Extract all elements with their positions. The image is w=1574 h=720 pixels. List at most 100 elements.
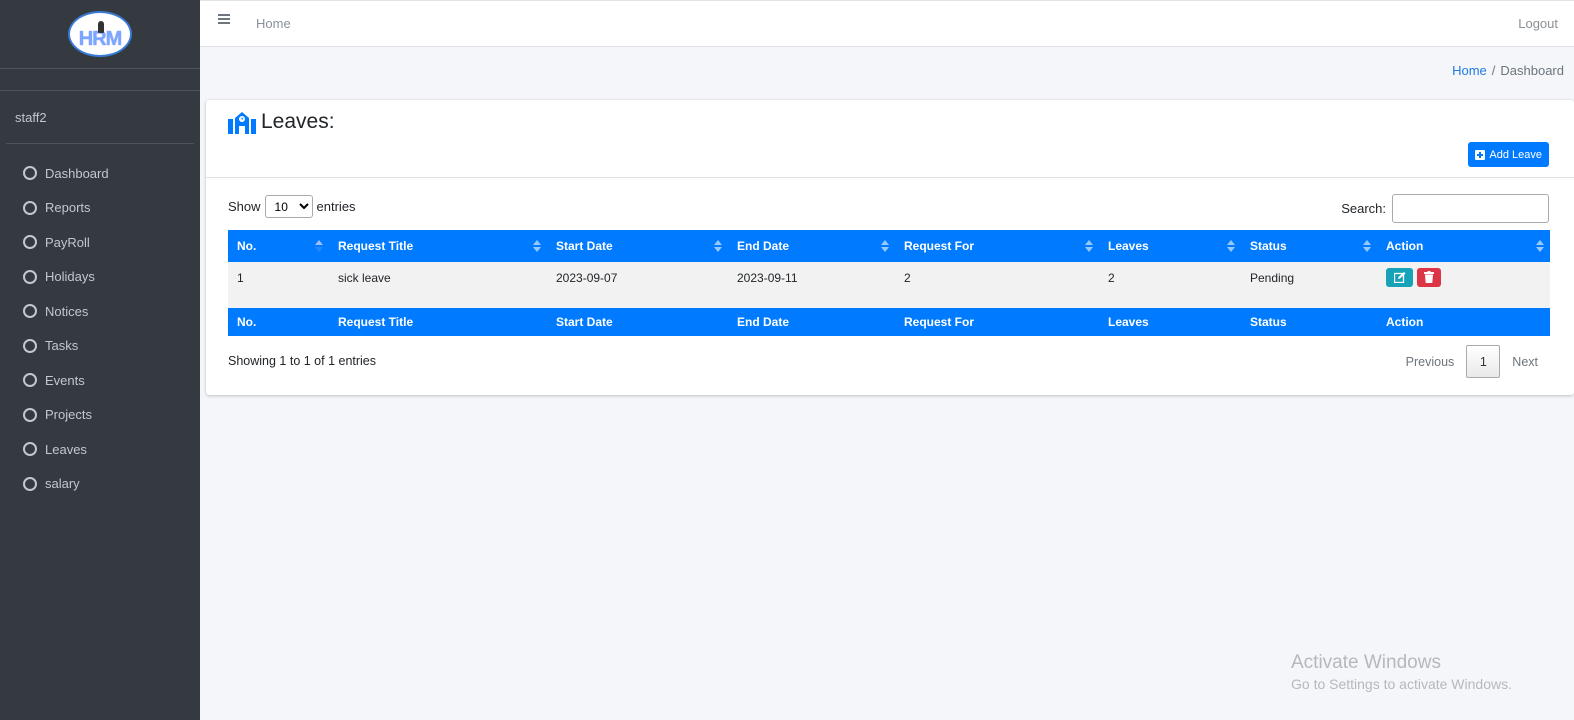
previous-page-button[interactable]: Previous (1394, 355, 1467, 369)
column-header-leaves[interactable]: Leaves (1099, 230, 1241, 262)
page-length-select[interactable]: 10 (264, 195, 313, 218)
nav-home-link[interactable]: Home (256, 16, 291, 31)
cell-leaves: 2 (1099, 262, 1241, 308)
sidebar-item-label: Tasks (45, 338, 79, 354)
circle-icon (23, 338, 37, 353)
column-header-no[interactable]: No. (228, 230, 329, 262)
column-header-status[interactable]: Status (1241, 230, 1377, 262)
logout-link[interactable]: Logout (1518, 16, 1558, 31)
show-label: Show (228, 199, 261, 214)
search-control: Search: (1341, 194, 1549, 223)
column-label: No. (237, 239, 257, 253)
sidebar-item-notices[interactable]: Notices (0, 294, 200, 329)
column-label: Status (1250, 239, 1287, 253)
leaves-card: Leaves: Add Leave Show 10 entries Search… (206, 100, 1574, 395)
edit-button[interactable] (1386, 268, 1413, 288)
sidebar-item-holidays[interactable]: Holidays (0, 260, 200, 295)
cell-request-title: sick leave (329, 262, 547, 308)
column-label: Request Title (338, 239, 414, 253)
table-info: Showing 1 to 1 of 1 entries (228, 354, 377, 368)
circle-icon (23, 235, 37, 250)
footer-leaves: Leaves (1099, 308, 1241, 336)
top-navbar: Home Logout (200, 0, 1574, 47)
sort-icon (533, 240, 541, 252)
table-footer-row: No. Request Title Start Date End Date Re… (228, 308, 1550, 336)
add-leave-label: Add Leave (1489, 148, 1542, 161)
column-header-start-date[interactable]: Start Date (547, 230, 728, 262)
page-1-button[interactable]: 1 (1466, 345, 1501, 378)
footer-start-date: Start Date (547, 308, 728, 336)
sort-icon (1536, 240, 1544, 252)
footer-request-title: Request Title (329, 308, 547, 336)
building-clock-icon (228, 112, 256, 134)
sidebar-item-tasks[interactable]: Tasks (0, 329, 200, 364)
sidebar-item-label: Holidays (45, 269, 95, 285)
cell-action (1377, 262, 1550, 308)
column-header-end-date[interactable]: End Date (728, 230, 895, 262)
add-leave-button[interactable]: Add Leave (1468, 142, 1549, 167)
search-label: Search: (1341, 201, 1386, 216)
sort-icon (714, 240, 722, 252)
sort-icon (1227, 240, 1235, 252)
table-header-row: No. Request Title Start Date End Date Re… (228, 230, 1550, 262)
logo-figure-icon (98, 21, 104, 33)
cell-status: Pending (1241, 262, 1377, 308)
sidebar-nav: Dashboard Reports PayRoll Holidays Notic… (0, 144, 200, 501)
sidebar-item-reports[interactable]: Reports (0, 191, 200, 226)
sidebar-item-projects[interactable]: Projects (0, 398, 200, 433)
column-label: Action (1386, 239, 1424, 253)
footer-status: Status (1241, 308, 1377, 336)
user-panel[interactable]: staff2 (6, 91, 194, 144)
breadcrumb-separator: / (1491, 63, 1496, 78)
user-name[interactable]: staff2 (15, 110, 47, 125)
sort-icon (881, 240, 889, 252)
sidebar: HRM staff2 Dashboard Reports PayRoll Hol… (0, 0, 200, 720)
cell-request-for: 2 (895, 262, 1099, 308)
sidebar-item-dashboard[interactable]: Dashboard (0, 156, 200, 191)
edit-icon (1393, 272, 1405, 284)
next-page-button[interactable]: Next (1500, 355, 1550, 369)
footer-request-for: Request For (895, 308, 1099, 336)
leaves-table: No. Request Title Start Date End Date Re… (228, 230, 1550, 336)
sidebar-item-label: Notices (45, 303, 89, 319)
watermark-subtitle: Go to Settings to activate Windows. (1291, 676, 1512, 692)
sidebar-item-leaves[interactable]: Leaves (0, 432, 200, 467)
sidebar-item-label: salary (45, 476, 80, 492)
column-label: End Date (737, 239, 790, 253)
circle-icon (23, 269, 37, 284)
sidebar-item-payroll[interactable]: PayRoll (0, 225, 200, 260)
circle-icon (23, 476, 37, 491)
brand[interactable]: HRM (0, 0, 200, 69)
sidebar-item-label: Projects (45, 407, 92, 423)
sidebar-item-label: Reports (45, 200, 91, 216)
menu-toggle-icon[interactable] (218, 13, 230, 25)
breadcrumb-home[interactable]: Home (1452, 63, 1487, 78)
sort-icon (1085, 240, 1093, 252)
footer-action: Action (1377, 308, 1550, 336)
search-input[interactable] (1392, 194, 1549, 223)
breadcrumb: Home / Dashboard (1452, 63, 1564, 78)
sidebar-item-salary[interactable]: salary (0, 467, 200, 502)
page-length-control: Show 10 entries (228, 195, 356, 218)
delete-button[interactable] (1417, 267, 1441, 287)
sort-icon (1363, 240, 1371, 252)
column-header-request-title[interactable]: Request Title (329, 230, 547, 262)
column-header-request-for[interactable]: Request For (895, 230, 1099, 262)
cell-end-date: 2023-09-11 (728, 262, 895, 308)
sidebar-item-label: Leaves (45, 441, 87, 457)
circle-icon (23, 373, 37, 388)
column-label: Leaves (1108, 239, 1149, 253)
column-header-action[interactable]: Action (1377, 230, 1550, 262)
circle-icon (23, 407, 37, 422)
circle-icon (23, 166, 37, 181)
table-row: 1 sick leave 2023-09-07 2023-09-11 2 2 P… (228, 262, 1550, 308)
sidebar-item-events[interactable]: Events (0, 363, 200, 398)
breadcrumb-current: Dashboard (1500, 63, 1564, 78)
footer-end-date: End Date (728, 308, 895, 336)
trash-icon (1424, 271, 1434, 284)
cell-start-date: 2023-09-07 (547, 262, 728, 308)
brand-logo[interactable]: HRM (68, 11, 132, 57)
circle-icon (23, 442, 37, 457)
cell-no: 1 (228, 262, 329, 308)
watermark-title: Activate Windows (1291, 652, 1441, 673)
